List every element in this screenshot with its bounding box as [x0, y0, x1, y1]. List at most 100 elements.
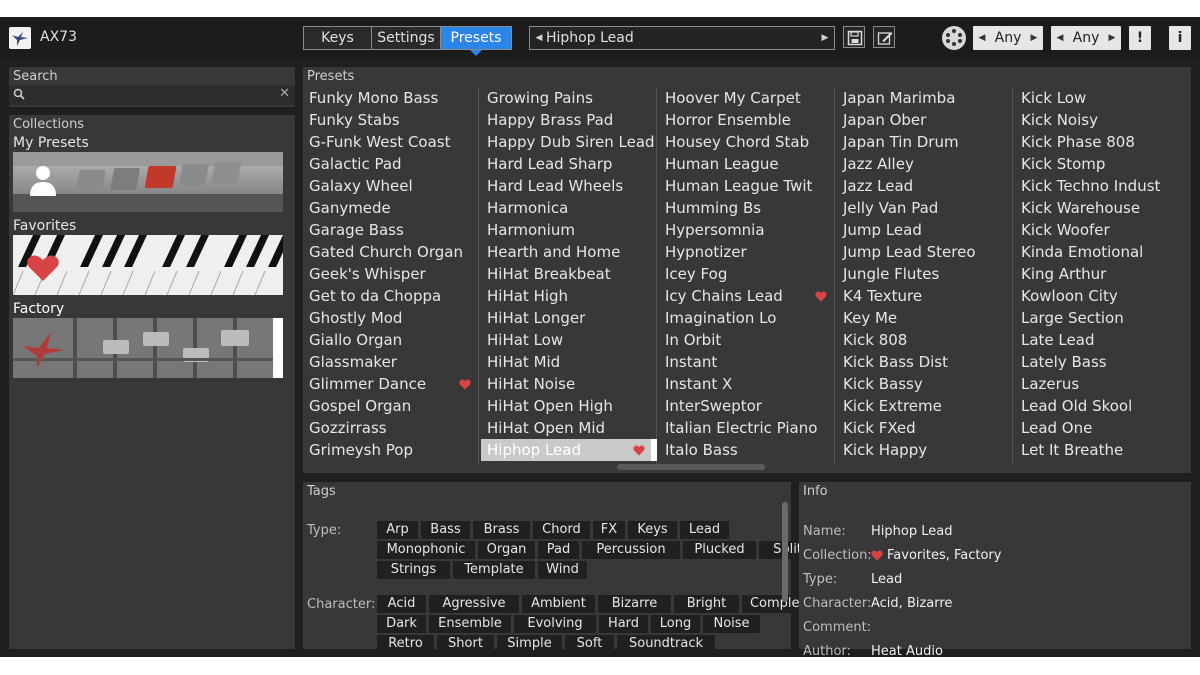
preset-item[interactable]: Kick Techno Indust: [1015, 175, 1191, 197]
preset-item[interactable]: Jungle Flutes: [837, 263, 1013, 285]
preset-item[interactable]: Lead Old Skool: [1015, 395, 1191, 417]
preset-item[interactable]: Italian Electric Piano: [659, 417, 835, 439]
preset-item[interactable]: Jazz Alley: [837, 153, 1013, 175]
preset-item[interactable]: King Arthur: [1015, 263, 1191, 285]
preset-item[interactable]: HiHat High: [481, 285, 657, 307]
tag-chip[interactable]: Organ: [478, 541, 535, 559]
preset-item[interactable]: Funky Stabs: [303, 109, 479, 131]
favorite-heart-icon[interactable]: [815, 291, 827, 302]
clear-search-icon[interactable]: ✕: [279, 86, 290, 101]
preset-item[interactable]: Kick Happy: [837, 439, 1013, 461]
preset-item[interactable]: Hearth and Home: [481, 241, 657, 263]
preset-item[interactable]: In Orbit: [659, 329, 835, 351]
filter-spinner-2[interactable]: ◀ Any ▶: [1051, 26, 1121, 50]
tag-chip[interactable]: Chord: [533, 521, 590, 539]
presets-horizontal-scrollbar[interactable]: [617, 464, 765, 470]
preset-item[interactable]: Galaxy Wheel: [303, 175, 479, 197]
preset-item[interactable]: Icey Fog: [659, 263, 835, 285]
preset-item[interactable]: InterSweptor: [659, 395, 835, 417]
preset-item[interactable]: Hypersomnia: [659, 219, 835, 241]
tag-chip[interactable]: Strings: [377, 561, 450, 579]
tab-keys[interactable]: Keys: [304, 27, 372, 49]
preset-item[interactable]: Kick Extreme: [837, 395, 1013, 417]
tag-chip[interactable]: Noise: [703, 615, 760, 633]
previous-preset-arrow-icon[interactable]: ◀: [532, 27, 546, 49]
preset-item[interactable]: Funky Mono Bass: [303, 87, 479, 109]
preset-item[interactable]: Kick Woofer: [1015, 219, 1191, 241]
preset-item[interactable]: Key Me: [837, 307, 1013, 329]
preset-item[interactable]: Kick Phase 808: [1015, 131, 1191, 153]
preset-item[interactable]: G-Funk West Coast: [303, 131, 479, 153]
preset-item[interactable]: Kick Bassy: [837, 373, 1013, 395]
preset-item[interactable]: Glimmer Dance: [303, 373, 479, 395]
preset-item[interactable]: Jelly Van Pad: [837, 197, 1013, 219]
preset-item[interactable]: HiHat Noise: [481, 373, 657, 395]
tag-chip[interactable]: Evolving: [514, 615, 596, 633]
preset-item[interactable]: Kick FXed: [837, 417, 1013, 439]
tag-chip[interactable]: Brass: [473, 521, 530, 539]
preset-item[interactable]: Hypnotizer: [659, 241, 835, 263]
tag-chip[interactable]: Keys: [628, 521, 677, 539]
preset-item[interactable]: Kick Warehouse: [1015, 197, 1191, 219]
preset-item[interactable]: Kick Noisy: [1015, 109, 1191, 131]
preset-item[interactable]: Hoover My Carpet: [659, 87, 835, 109]
preset-item[interactable]: Instant: [659, 351, 835, 373]
preset-item[interactable]: Kinda Emotional: [1015, 241, 1191, 263]
preset-item[interactable]: HiHat Longer: [481, 307, 657, 329]
preset-item[interactable]: Happy Dub Siren Lead: [481, 131, 657, 153]
preset-item[interactable]: K4 Texture: [837, 285, 1013, 307]
tag-chip[interactable]: Retro: [377, 635, 434, 653]
tag-chip[interactable]: Long: [651, 615, 700, 633]
preset-item[interactable]: HiHat Open Mid: [481, 417, 657, 439]
preset-selector[interactable]: ◀ Hiphop Lead ▶: [529, 26, 835, 50]
preset-item[interactable]: Large Section: [1015, 307, 1191, 329]
preset-item[interactable]: Geek's Whisper: [303, 263, 479, 285]
tag-chip[interactable]: Wind: [538, 561, 587, 579]
preset-item[interactable]: Hard Lead Wheels: [481, 175, 657, 197]
preset-item[interactable]: Late Lead: [1015, 329, 1191, 351]
preset-item[interactable]: Housey Chord Stab: [659, 131, 835, 153]
preset-item[interactable]: Italo Bass: [659, 439, 835, 461]
spinner-right-arrow-icon[interactable]: ▶: [1028, 26, 1040, 50]
preset-item[interactable]: Jump Lead Stereo: [837, 241, 1013, 263]
preset-item[interactable]: Japan Marimba: [837, 87, 1013, 109]
preset-item[interactable]: Glassmaker: [303, 351, 479, 373]
preset-item[interactable]: Kick Low: [1015, 87, 1191, 109]
preset-item[interactable]: Galactic Pad: [303, 153, 479, 175]
tag-chip[interactable]: Short: [437, 635, 494, 653]
tag-chip[interactable]: Soft: [565, 635, 614, 653]
preset-item[interactable]: Human League Twit: [659, 175, 835, 197]
tag-chip[interactable]: FX: [593, 521, 625, 539]
alert-button[interactable]: !: [1129, 26, 1151, 50]
preset-item[interactable]: Grimeysh Pop: [303, 439, 479, 461]
tag-chip[interactable]: Dark: [377, 615, 426, 633]
preset-item[interactable]: HiHat Low: [481, 329, 657, 351]
favorites-image[interactable]: [13, 235, 283, 295]
tag-chip[interactable]: Plucked: [683, 541, 756, 559]
preset-item[interactable]: Jump Lead: [837, 219, 1013, 241]
preset-item[interactable]: Lately Bass: [1015, 351, 1191, 373]
preset-item[interactable]: Ganymede: [303, 197, 479, 219]
favorite-heart-icon[interactable]: [459, 379, 471, 390]
tag-chip[interactable]: Lead: [680, 521, 729, 539]
tag-chip[interactable]: Acid: [377, 595, 426, 613]
preset-item[interactable]: Harmonica: [481, 197, 657, 219]
tab-settings[interactable]: Settings: [372, 27, 441, 49]
tab-presets[interactable]: Presets: [441, 27, 511, 56]
preset-item[interactable]: Let It Breathe: [1015, 439, 1191, 461]
preset-item[interactable]: Human League: [659, 153, 835, 175]
save-preset-button[interactable]: [843, 26, 865, 48]
tag-chip[interactable]: Bass: [421, 521, 470, 539]
preset-item[interactable]: Horror Ensemble: [659, 109, 835, 131]
preset-item[interactable]: HiHat Breakbeat: [481, 263, 657, 285]
preset-item[interactable]: Japan Tin Drum: [837, 131, 1013, 153]
tag-chip[interactable]: Soundtrack: [617, 635, 715, 653]
preset-item[interactable]: Happy Brass Pad: [481, 109, 657, 131]
preset-item[interactable]: Humming Bs: [659, 197, 835, 219]
preset-item[interactable]: Gospel Organ: [303, 395, 479, 417]
tag-chip[interactable]: Hard: [599, 615, 648, 633]
tag-chip[interactable]: Arp: [377, 521, 418, 539]
preset-item[interactable]: Instant X: [659, 373, 835, 395]
midi-icon[interactable]: [942, 26, 966, 50]
preset-item[interactable]: Gated Church Organ: [303, 241, 479, 263]
